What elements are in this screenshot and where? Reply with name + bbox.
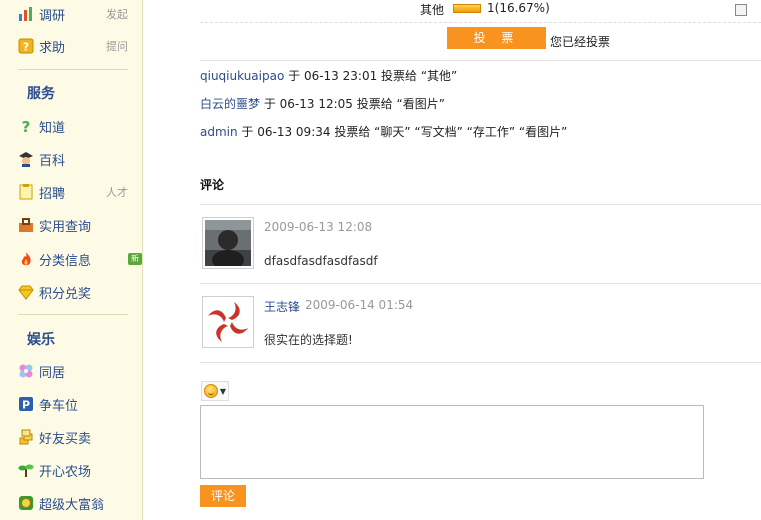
bar-chart-icon (18, 6, 34, 22)
avatar[interactable] (202, 296, 254, 348)
comment-timestamp: 2009-06-14 01:54 (305, 298, 414, 312)
avatar[interactable] (202, 217, 254, 270)
comment-timestamp: 2009-06-13 12:08 (264, 220, 373, 234)
sidebar-item-aside-link[interactable]: 发起 (106, 6, 128, 22)
help-icon: ? (18, 38, 34, 54)
comment-author-link[interactable]: 王志锋 (264, 298, 300, 315)
diamond-icon (18, 284, 34, 300)
coins-icon (18, 429, 34, 445)
comment-textarea[interactable] (200, 405, 704, 479)
sidebar-divider (18, 314, 128, 315)
sidebar-item-label: 调研 (39, 8, 66, 24)
chevron-down-icon: ▼ (219, 386, 227, 396)
sidebar-item-parking[interactable]: P 争车位 (18, 393, 136, 415)
svg-text:?: ? (23, 41, 29, 54)
comments-heading: 评论 (200, 178, 225, 192)
svg-text:?: ? (22, 118, 31, 134)
voted-status-text: 您已经投票 (550, 35, 611, 49)
divider (200, 22, 761, 23)
comment-text: dfasdfasdfasdfasdf (264, 254, 378, 268)
sidebar-item-points-redeem[interactable]: 积分兑奖 (18, 281, 136, 303)
question-mark-icon: ? (18, 118, 34, 136)
sidebar-item-jobs[interactable]: 招聘 人才 (18, 181, 136, 203)
vote-log-choices: “聊天” “写文档” “存工作” “看图片” (374, 125, 568, 139)
sidebar-item-cohabit[interactable]: 同居 (18, 360, 136, 382)
vote-log-detail: 于 06-13 23:01 投票给 (284, 69, 421, 83)
vote-log-detail: 于 06-13 12:05 投票给 (260, 97, 397, 111)
sidebar-item-label: 超级大富翁 (39, 497, 105, 513)
vote-log-user-link[interactable]: admin (200, 125, 238, 139)
notepad-icon (18, 184, 34, 200)
toolbox-icon (18, 217, 34, 233)
sidebar: 调研 发起 ? 求助 提问 服务 ? 知道 百科 招聘 人才 实用查询 分类信息… (0, 0, 143, 520)
parking-icon: P (18, 396, 34, 412)
sidebar-item-label: 百科 (39, 153, 66, 169)
sidebar-item-label: 求助 (39, 40, 66, 56)
vote-log-user-link[interactable]: 白云的噩梦 (200, 97, 260, 111)
sidebar-divider (18, 69, 128, 70)
sidebar-item-happy-farm[interactable]: 开心农场 (18, 459, 136, 481)
sidebar-item-label: 争车位 (39, 398, 79, 414)
sidebar-item-label: 好友买卖 (39, 431, 92, 447)
smiley-icon (203, 384, 218, 398)
vote-log-row: 白云的噩梦 于 06-13 12:05 投票给 “看图片” (200, 95, 445, 112)
sidebar-item-label: 开心农场 (39, 464, 92, 480)
sidebar-item-utility-search[interactable]: 实用查询 (18, 214, 136, 236)
new-badge: 新 (128, 253, 142, 265)
sidebar-item-label: 分类信息 (39, 253, 92, 269)
sidebar-section-heading: 服务 (27, 86, 55, 102)
main-content: 其他 1(16.67%) 投 票 您已经投票 qiuqiukuaipao 于 0… (143, 0, 761, 520)
money-icon (18, 495, 34, 511)
avatar-photo (205, 220, 251, 270)
divider (200, 283, 761, 284)
sidebar-section-heading: 娱乐 (27, 332, 55, 348)
sidebar-item-classifieds[interactable]: 分类信息 新 (18, 248, 142, 270)
sidebar-item-aside-link[interactable]: 人才 (106, 184, 128, 200)
avatar-logo (205, 299, 251, 345)
sidebar-item-help[interactable]: ? 求助 提问 (18, 35, 136, 57)
scholar-icon (18, 151, 34, 167)
vote-log-row: admin 于 06-13 09:34 投票给 “聊天” “写文档” “存工作”… (200, 123, 567, 140)
divider (200, 362, 761, 363)
vote-log-choices: “看图片” (396, 97, 445, 111)
divider (200, 204, 761, 205)
vote-log-choices: “其他” (420, 69, 458, 83)
emoji-picker-button[interactable]: ▼ (201, 381, 229, 401)
sidebar-item-label: 实用查询 (39, 219, 92, 235)
sidebar-item-label: 招聘 (39, 186, 66, 202)
svg-text:P: P (22, 399, 30, 412)
sidebar-item-zhidao[interactable]: ? 知道 (18, 115, 136, 137)
poll-option-result: 1(16.67%) (487, 1, 550, 15)
sprout-icon (18, 462, 34, 478)
sidebar-item-label: 知道 (39, 120, 66, 136)
divider (200, 60, 761, 61)
sidebar-item-monopoly[interactable]: 超级大富翁 (18, 492, 136, 514)
submit-comment-button[interactable]: 评论 (200, 485, 246, 507)
poll-option-label: 其他 (420, 3, 445, 17)
sidebar-item-aside-link[interactable]: 提问 (106, 38, 128, 54)
vote-button[interactable]: 投 票 (447, 27, 546, 49)
flower-icon (18, 363, 34, 379)
comment-text: 很实在的选择题! (264, 333, 353, 347)
sidebar-item-label: 积分兑奖 (39, 286, 92, 302)
poll-result-bar (453, 4, 481, 13)
sidebar-item-survey[interactable]: 调研 发起 (18, 3, 136, 25)
sidebar-item-baike[interactable]: 百科 (18, 148, 136, 170)
fire-icon (18, 251, 34, 267)
vote-log-row: qiuqiukuaipao 于 06-13 23:01 投票给 “其他” (200, 67, 457, 84)
vote-log-detail: 于 06-13 09:34 投票给 (237, 125, 375, 139)
vote-log-user-link[interactable]: qiuqiukuaipao (200, 69, 284, 83)
sidebar-item-label: 同居 (39, 365, 66, 381)
sidebar-item-friend-trade[interactable]: 好友买卖 (18, 426, 136, 448)
poll-option-checkbox[interactable] (735, 4, 747, 16)
